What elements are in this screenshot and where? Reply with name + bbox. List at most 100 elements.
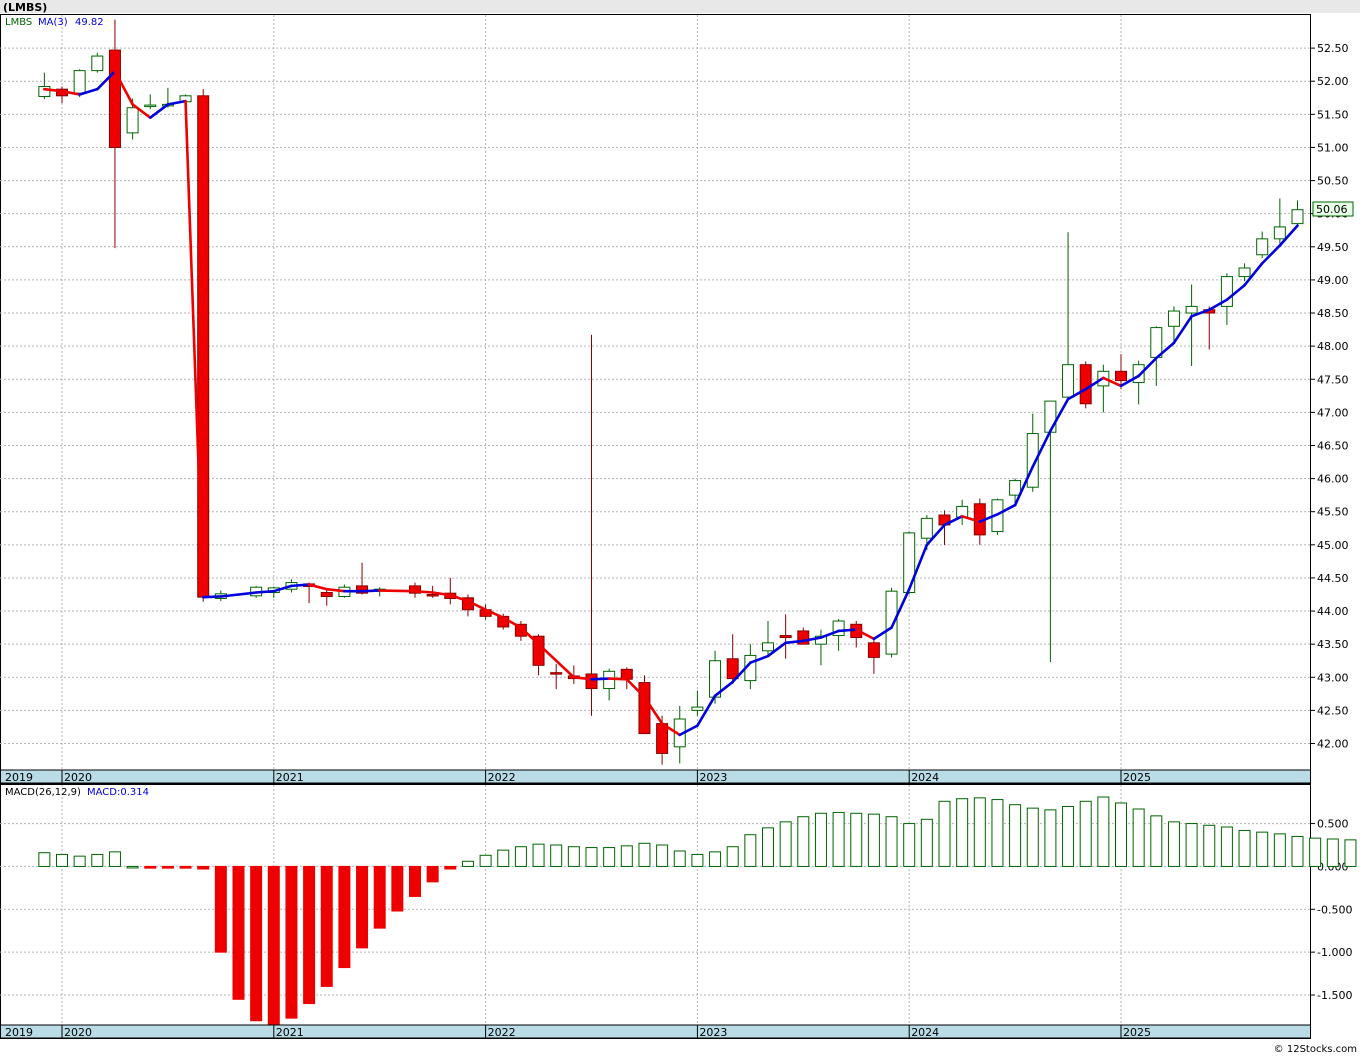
macd-bar-positive	[1291, 835, 1304, 867]
macd-bar-negative	[338, 865, 351, 969]
macd-y-tick-label: -1.000	[1317, 946, 1352, 959]
macd-bar-positive	[956, 798, 969, 867]
macd-bar-positive	[867, 813, 880, 867]
price-x-axis-band	[0, 769, 1311, 784]
macd-bar-positive	[514, 846, 527, 867]
macd-bar-positive	[1115, 802, 1127, 867]
candle-up	[1256, 238, 1269, 256]
macd-bar-positive	[1044, 809, 1057, 867]
macd-bar-positive	[744, 834, 757, 867]
macd-x-axis-band	[0, 1024, 1311, 1039]
price-y-tick-label: 51.50	[1317, 108, 1349, 121]
macd-bar-negative	[320, 865, 333, 987]
candle-down	[638, 682, 651, 735]
candle-down	[656, 723, 669, 754]
macd-label: MACD(26,12,9)	[5, 787, 81, 798]
macd-bar-negative	[373, 865, 386, 929]
macd-bar-positive	[1185, 823, 1198, 867]
last-price-tag: 50.06	[1316, 203, 1348, 216]
x-tick-label: 2022	[488, 771, 516, 784]
candle-down	[726, 658, 739, 680]
macd-bar-positive	[1167, 821, 1180, 867]
price-y-tick-label: 46.50	[1317, 439, 1349, 452]
macd-bar-positive	[620, 845, 633, 867]
candle-up	[144, 104, 157, 108]
macd-bar-positive	[656, 844, 669, 867]
ma3-segment	[607, 677, 629, 681]
macd-y-tick-label: -0.500	[1317, 903, 1352, 916]
macd-bar-positive	[973, 797, 986, 867]
macd-bar-negative	[144, 865, 157, 869]
macd-bar-positive	[1220, 826, 1233, 867]
macd-bar-positive	[567, 846, 580, 867]
macd-bar-positive	[691, 853, 704, 867]
macd-bar-positive	[832, 811, 845, 867]
candle-down	[620, 668, 633, 680]
macd-bar-positive	[108, 851, 121, 867]
price-y-tick-label: 45.50	[1317, 506, 1349, 519]
macd-bar-positive	[56, 853, 68, 867]
macd-bar-positive	[903, 823, 916, 867]
ma3-segment	[413, 589, 434, 594]
candle-up	[73, 70, 86, 94]
macd-bar-negative	[197, 865, 210, 870]
x-tick-label: 2025	[1123, 771, 1151, 784]
price-y-tick-label: 49.00	[1317, 274, 1349, 287]
macd-bar-negative	[444, 865, 457, 870]
price-y-tick-label: 47.50	[1317, 373, 1349, 386]
ma3-segment	[378, 589, 417, 593]
price-y-tick-label: 43.50	[1317, 638, 1349, 651]
macd-bar-positive	[532, 843, 545, 867]
candle-down	[779, 635, 792, 639]
x-tick-label: 2025	[1123, 1026, 1151, 1039]
stock-chart: (LMBS) 42.00 42.50 43.00 43.50 44.00 44.50 45.…	[0, 0, 1360, 1056]
macd-bar-negative	[356, 865, 369, 949]
candle-down	[320, 592, 333, 597]
candle-up	[1009, 480, 1022, 496]
candle-up	[1273, 226, 1286, 240]
price-y-tick-label: 42.00	[1317, 738, 1349, 751]
macd-bar-positive	[1132, 808, 1145, 867]
price-y-tick-label: 42.50	[1317, 704, 1349, 717]
macd-bar-positive	[1150, 815, 1163, 867]
macd-bar-negative	[267, 865, 280, 1026]
macd-bar-positive	[814, 812, 827, 867]
macd-bar-positive	[461, 860, 474, 867]
candle-up	[91, 55, 104, 72]
macd-y-tick-label: -1.500	[1317, 989, 1352, 1002]
price-y-tick-label: 45.00	[1317, 539, 1349, 552]
candle-up	[691, 706, 704, 711]
macd-bar-negative	[232, 865, 245, 1000]
price-y-tick-label: 48.50	[1317, 307, 1349, 320]
x-tick-label: 2020	[64, 771, 92, 784]
price-y-tick-label: 48.00	[1317, 340, 1349, 353]
price-y-tick-label: 44.00	[1317, 605, 1349, 618]
macd-bar-negative	[303, 865, 316, 1005]
price-y-tick-label: 47.00	[1317, 406, 1349, 419]
candle-up	[1150, 327, 1163, 358]
x-tick-label: 2023	[699, 771, 727, 784]
macd-bar-positive	[726, 846, 739, 867]
candle-up	[903, 532, 916, 594]
macd-value-label: MACD:0.314	[87, 787, 149, 798]
title-bar	[0, 0, 1360, 13]
price-y-tick-label: 46.00	[1317, 473, 1349, 486]
ma3-segment	[201, 595, 223, 599]
macd-bar-positive	[603, 847, 616, 867]
macd-bar-positive	[673, 850, 686, 867]
macd-bar-positive	[73, 855, 86, 867]
candle-down	[1079, 364, 1092, 405]
macd-bar-positive	[1009, 804, 1022, 867]
macd-bar-positive	[1309, 837, 1322, 867]
candle-up	[1291, 209, 1304, 225]
macd-bar-positive	[550, 844, 563, 867]
x-tick-label: 2023	[699, 1026, 727, 1039]
candle-down	[1115, 370, 1127, 382]
macd-bar-positive	[638, 842, 651, 867]
candle-up	[1167, 310, 1180, 327]
macd-bar-positive	[1344, 839, 1357, 867]
candle-up	[762, 642, 774, 652]
candle-up	[1238, 267, 1251, 278]
macd-bar-positive	[1203, 824, 1216, 867]
price-y-tick-label: 51.00	[1317, 141, 1349, 154]
